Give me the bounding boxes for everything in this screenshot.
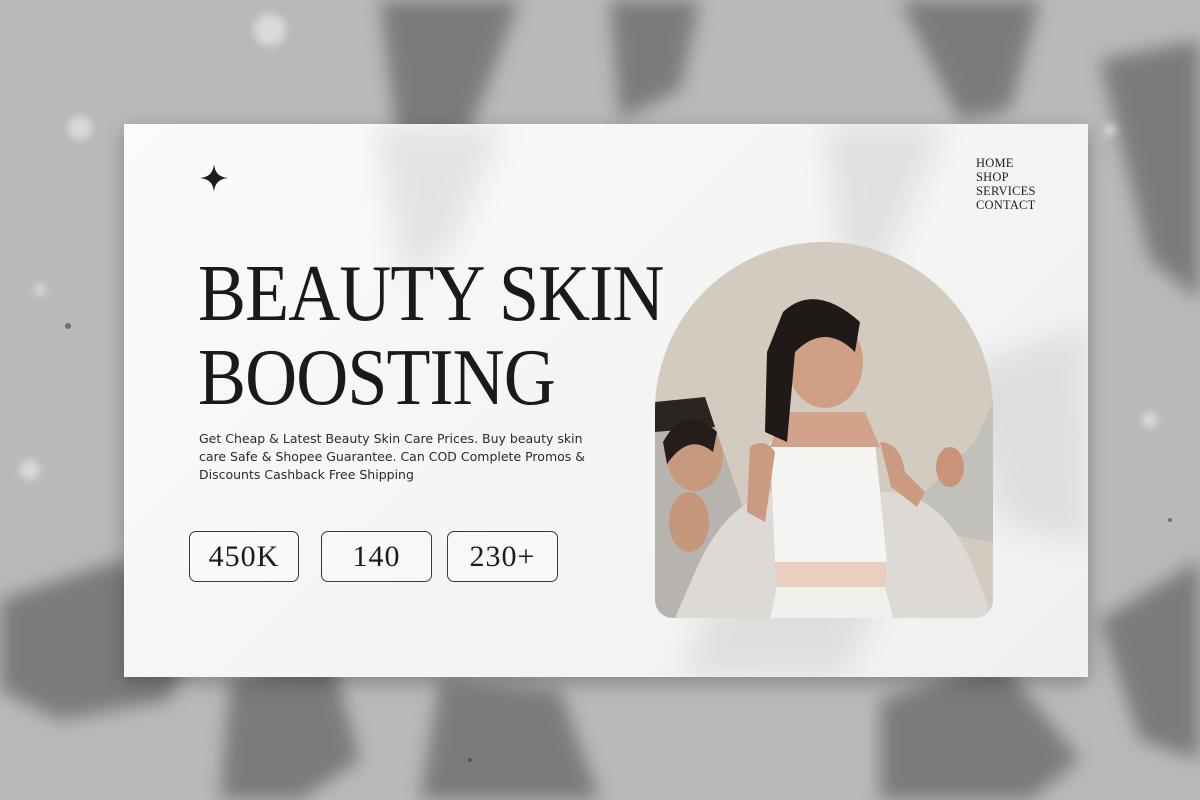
stat-badge-2: 140 xyxy=(321,531,432,582)
stat-badge-1: 450K xyxy=(189,531,299,582)
hero-title: BEAUTY SKIN BOOSTING xyxy=(198,250,664,422)
nav-item-contact[interactable]: CONTACT xyxy=(976,198,1036,212)
hero-card: HOME SHOP SERVICES CONTACT BEAUTY SKIN B… xyxy=(124,124,1088,677)
four-point-star-icon xyxy=(200,164,228,192)
nav-item-home[interactable]: HOME xyxy=(976,156,1036,170)
hero-description: Get Cheap & Latest Beauty Skin Care Pric… xyxy=(199,431,586,482)
model-photo xyxy=(655,242,993,618)
hero-title-line-2: BOOSTING xyxy=(198,334,556,422)
main-navigation: HOME SHOP SERVICES CONTACT xyxy=(976,156,1036,212)
hero-title-line-1: BEAUTY SKIN xyxy=(198,250,664,338)
nav-item-shop[interactable]: SHOP xyxy=(976,170,1036,184)
stat-badge-3: 230+ xyxy=(447,531,558,582)
nav-item-services[interactable]: SERVICES xyxy=(976,184,1036,198)
